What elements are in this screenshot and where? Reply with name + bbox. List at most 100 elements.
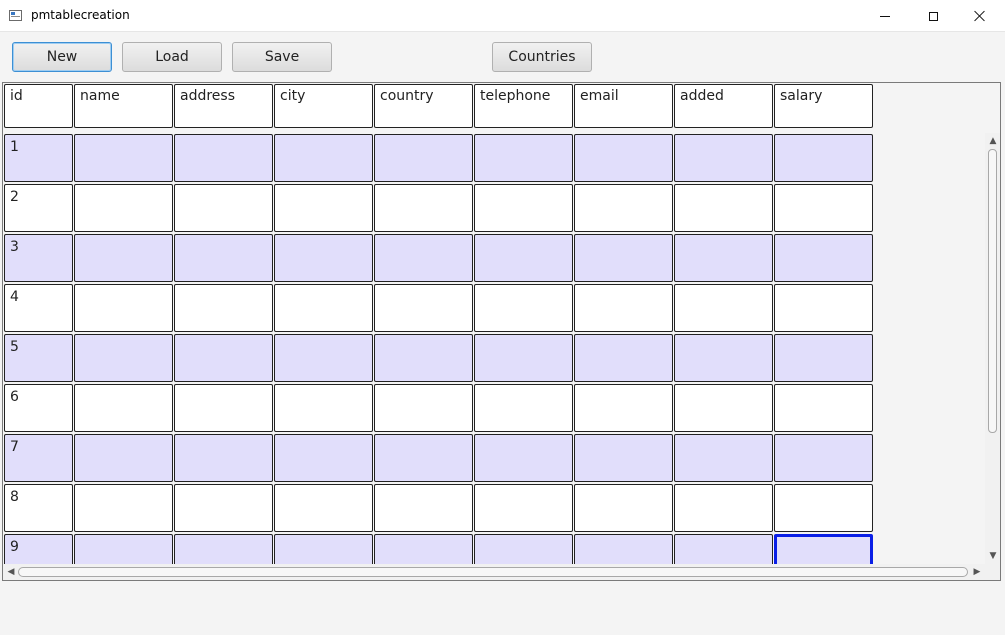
cell-city[interactable]	[274, 534, 373, 564]
cell-id[interactable]: 7	[4, 434, 73, 482]
cell-email[interactable]	[574, 134, 673, 182]
cell-name[interactable]	[74, 534, 173, 564]
chevron-left-icon[interactable]: ◀	[5, 567, 17, 577]
cell-added[interactable]	[674, 534, 773, 564]
cell-salary[interactable]	[774, 484, 873, 532]
table-row[interactable]: 1	[3, 133, 875, 183]
cell-telephone[interactable]	[474, 184, 573, 232]
cell-address[interactable]	[174, 484, 273, 532]
cell-address[interactable]	[174, 184, 273, 232]
cell-city[interactable]	[274, 334, 373, 382]
table-grid[interactable]: id name address city country telephone email ad…	[2, 82, 1001, 581]
cell-salary[interactable]	[774, 434, 873, 482]
cell-country[interactable]	[374, 134, 473, 182]
new-button[interactable]: New	[12, 42, 112, 72]
column-header-telephone[interactable]: telephone	[474, 84, 573, 128]
cell-city[interactable]	[274, 134, 373, 182]
column-header-salary[interactable]: salary	[774, 84, 873, 128]
cell-address[interactable]	[174, 384, 273, 432]
cell-name[interactable]	[74, 284, 173, 332]
cell-salary[interactable]	[774, 384, 873, 432]
cell-id[interactable]: 5	[4, 334, 73, 382]
column-header-city[interactable]: city	[274, 84, 373, 128]
table-row[interactable]: 3	[3, 233, 875, 283]
cell-id[interactable]: 2	[4, 184, 73, 232]
horizontal-scroll-thumb[interactable]	[18, 567, 968, 577]
cell-id[interactable]: 8	[4, 484, 73, 532]
chevron-down-icon[interactable]: ▼	[987, 551, 999, 561]
column-header-id[interactable]: id	[4, 84, 73, 128]
column-header-address[interactable]: address	[174, 84, 273, 128]
cell-salary[interactable]	[774, 234, 873, 282]
save-button[interactable]: Save	[232, 42, 332, 72]
maximize-button[interactable]	[910, 0, 956, 32]
cell-email[interactable]	[574, 534, 673, 564]
cell-email[interactable]	[574, 334, 673, 382]
countries-button[interactable]: Countries	[492, 42, 592, 72]
cell-id[interactable]: 9	[4, 534, 73, 564]
cell-name[interactable]	[74, 334, 173, 382]
cell-country[interactable]	[374, 184, 473, 232]
cell-salary-selected[interactable]	[774, 534, 873, 564]
chevron-up-icon[interactable]: ▲	[987, 136, 999, 146]
cell-name[interactable]	[74, 384, 173, 432]
table-row[interactable]: 5	[3, 333, 875, 383]
cell-telephone[interactable]	[474, 534, 573, 564]
cell-telephone[interactable]	[474, 384, 573, 432]
cell-telephone[interactable]	[474, 484, 573, 532]
cell-name[interactable]	[74, 484, 173, 532]
cell-id[interactable]: 1	[4, 134, 73, 182]
table-row[interactable]: 6	[3, 383, 875, 433]
vertical-scrollbar[interactable]: ▲ ▼	[985, 133, 1000, 564]
cell-email[interactable]	[574, 434, 673, 482]
cell-telephone[interactable]	[474, 134, 573, 182]
cell-address[interactable]	[174, 534, 273, 564]
cell-city[interactable]	[274, 484, 373, 532]
cell-address[interactable]	[174, 334, 273, 382]
cell-id[interactable]: 3	[4, 234, 73, 282]
cell-name[interactable]	[74, 434, 173, 482]
cell-email[interactable]	[574, 384, 673, 432]
column-header-email[interactable]: email	[574, 84, 673, 128]
table-row[interactable]: 2	[3, 183, 875, 233]
cell-id[interactable]: 6	[4, 384, 73, 432]
cell-added[interactable]	[674, 284, 773, 332]
cell-name[interactable]	[74, 134, 173, 182]
cell-address[interactable]	[174, 134, 273, 182]
cell-address[interactable]	[174, 234, 273, 282]
cell-city[interactable]	[274, 184, 373, 232]
table-row[interactable]: 4	[3, 283, 875, 333]
table-body[interactable]: 123456789	[3, 133, 984, 564]
cell-address[interactable]	[174, 284, 273, 332]
table-row[interactable]: 8	[3, 483, 875, 533]
column-header-name[interactable]: name	[74, 84, 173, 128]
cell-name[interactable]	[74, 234, 173, 282]
cell-country[interactable]	[374, 484, 473, 532]
minimize-button[interactable]	[862, 0, 908, 32]
vertical-scroll-thumb[interactable]	[988, 149, 997, 433]
cell-country[interactable]	[374, 284, 473, 332]
cell-telephone[interactable]	[474, 334, 573, 382]
cell-city[interactable]	[274, 384, 373, 432]
column-header-added[interactable]: added	[674, 84, 773, 128]
cell-id[interactable]: 4	[4, 284, 73, 332]
cell-city[interactable]	[274, 284, 373, 332]
cell-email[interactable]	[574, 484, 673, 532]
cell-city[interactable]	[274, 234, 373, 282]
cell-salary[interactable]	[774, 134, 873, 182]
cell-salary[interactable]	[774, 334, 873, 382]
cell-country[interactable]	[374, 434, 473, 482]
cell-added[interactable]	[674, 134, 773, 182]
table-row[interactable]: 7	[3, 433, 875, 483]
cell-country[interactable]	[374, 334, 473, 382]
cell-email[interactable]	[574, 184, 673, 232]
close-button[interactable]	[957, 0, 1003, 32]
load-button[interactable]: Load	[122, 42, 222, 72]
cell-email[interactable]	[574, 284, 673, 332]
horizontal-scrollbar[interactable]: ◀ ▶	[3, 564, 985, 580]
cell-address[interactable]	[174, 434, 273, 482]
title-bar[interactable]: pmtablecreation	[0, 0, 1005, 32]
chevron-right-icon[interactable]: ▶	[971, 567, 983, 577]
cell-salary[interactable]	[774, 184, 873, 232]
cell-added[interactable]	[674, 434, 773, 482]
